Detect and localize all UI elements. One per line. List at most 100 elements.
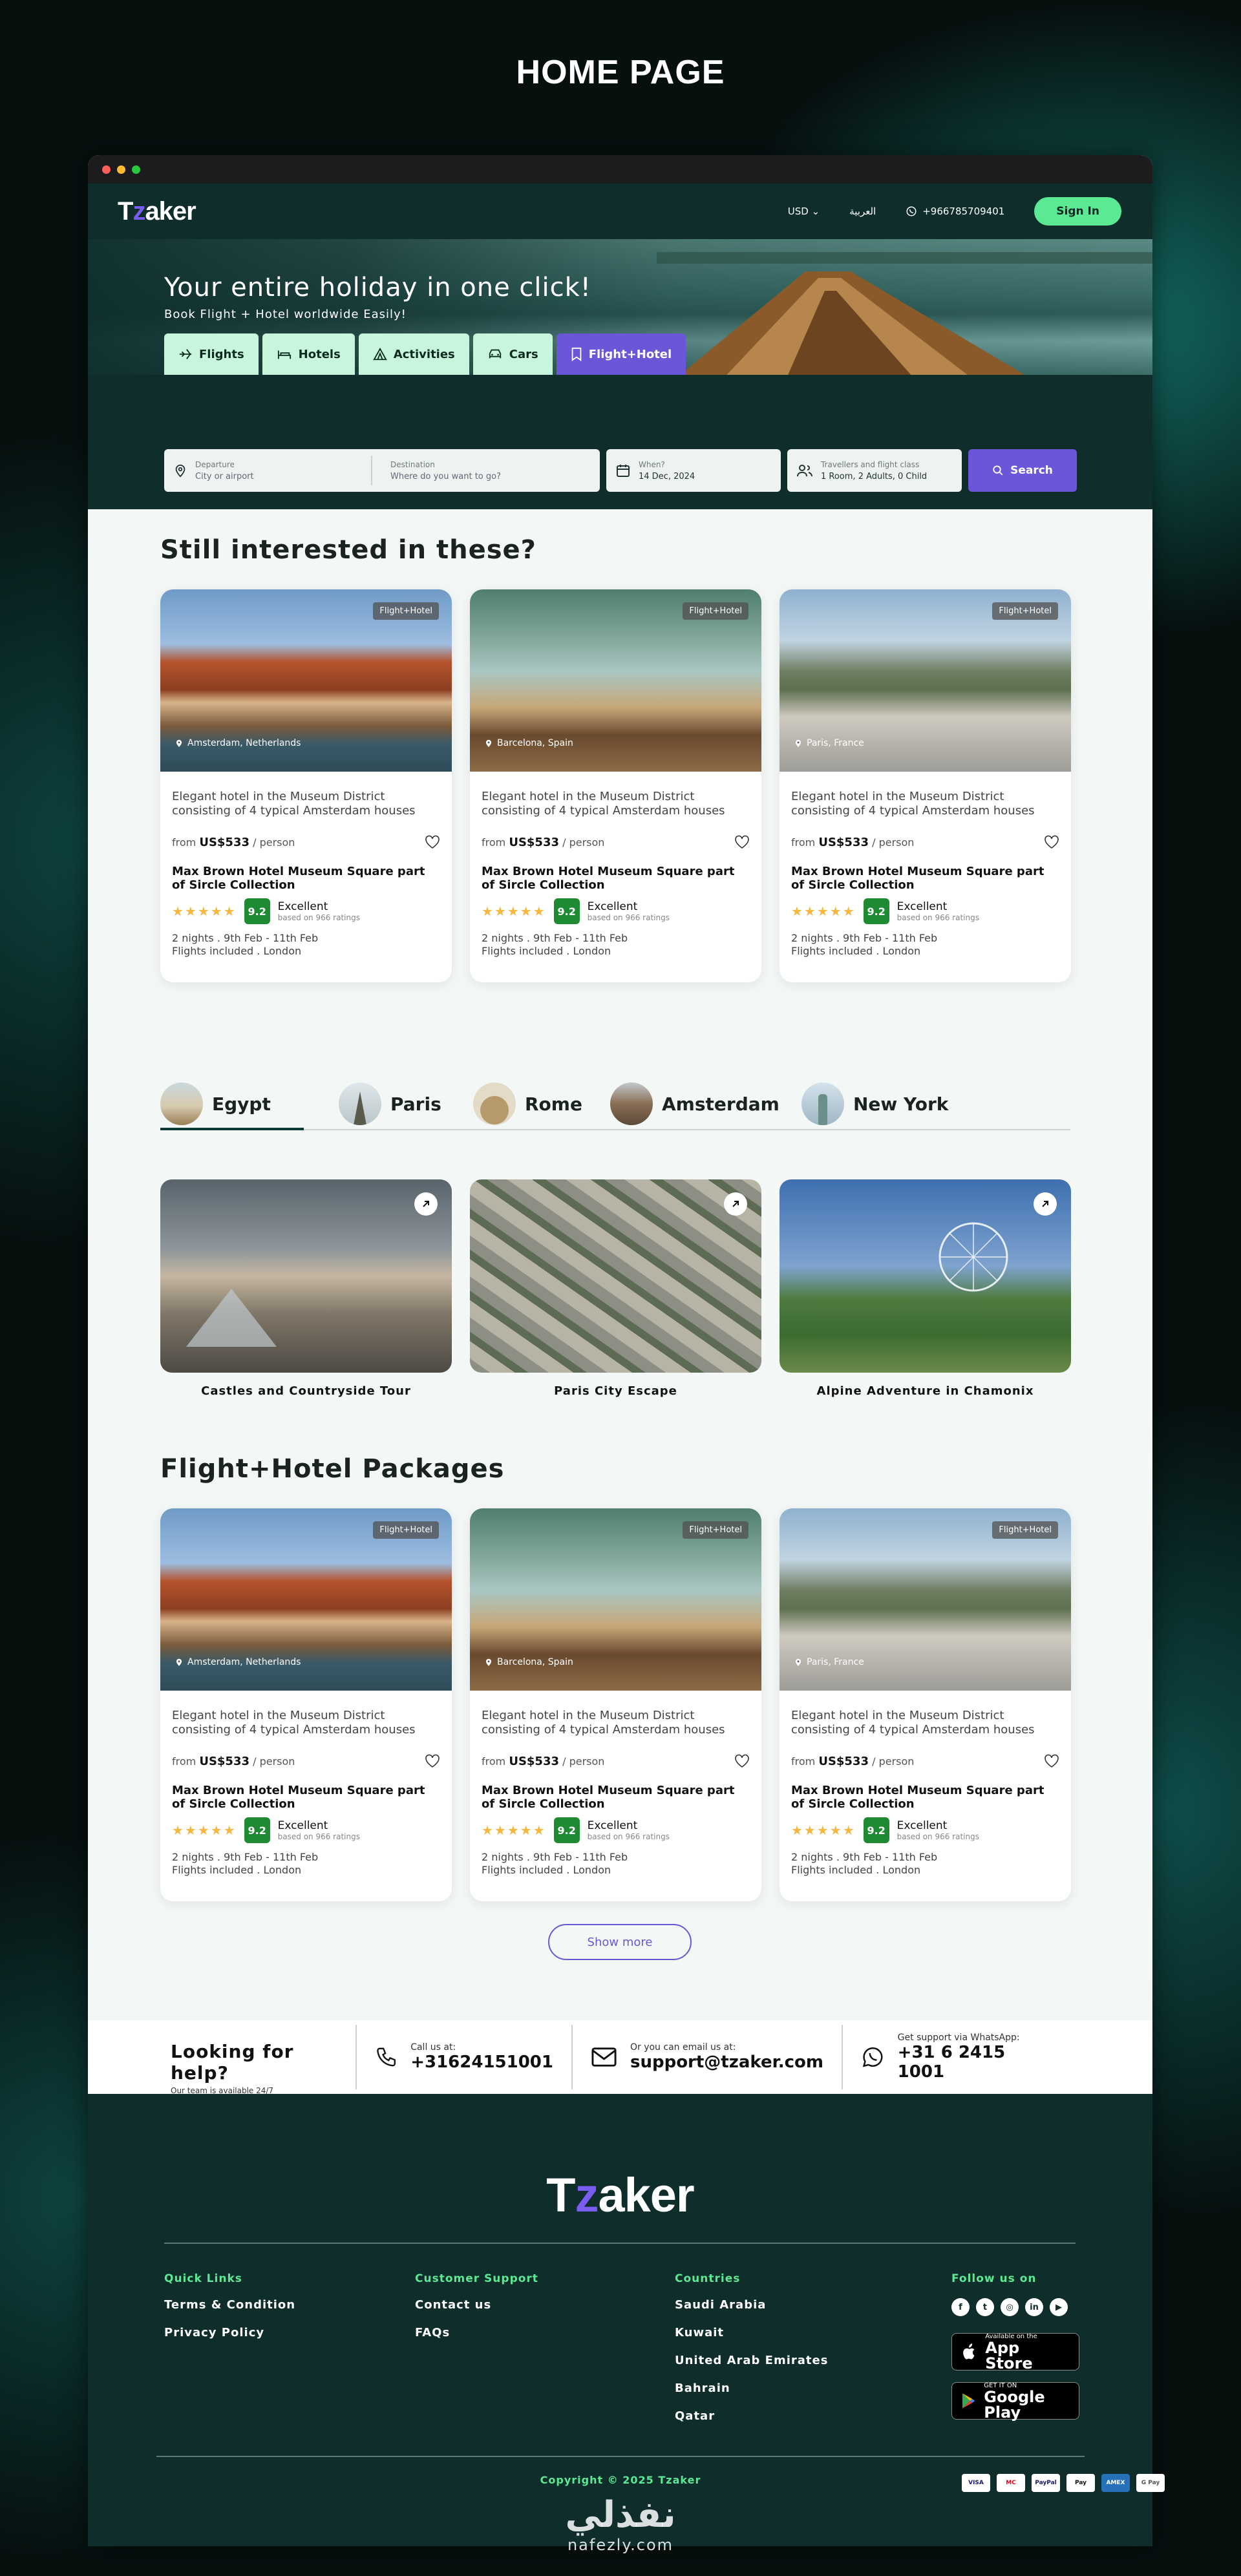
hotel-name: Max Brown Hotel Museum Square part of Si… (172, 865, 425, 892)
type-badge: Flight+Hotel (992, 1521, 1058, 1539)
facebook-icon[interactable]: f (951, 2298, 970, 2316)
price-row: from US$533 / person (470, 818, 761, 849)
linkedin-icon[interactable]: in (1025, 2298, 1043, 2316)
hotel-card[interactable]: Flight+Hotel Barcelona, Spain Elegant ho… (470, 589, 761, 982)
heart-icon[interactable] (1044, 835, 1059, 849)
footer-logo[interactable]: Tzaker (546, 2168, 694, 2222)
tab-activities[interactable]: Activities (358, 333, 469, 375)
hotel-name: Max Brown Hotel Museum Square part of Si… (791, 1784, 1045, 1811)
hero-subline: Book Flight + Hotel worldwide Easily! (164, 308, 407, 321)
open-tour-button[interactable] (414, 1192, 438, 1216)
tour-card[interactable]: Paris City Escape (470, 1179, 761, 1398)
tab-flights[interactable]: Flights (164, 333, 259, 375)
dest-tab-new-york[interactable]: New York (801, 1079, 948, 1129)
hero-banner: Your entire holiday in one click! Book F… (88, 239, 1152, 375)
country-link[interactable]: United Arab Emirates (675, 2354, 828, 2367)
hotel-card[interactable]: Flight+Hotel Amsterdam, Netherlands Eleg… (160, 1508, 452, 1901)
trip-info: 2 nights . 9th Feb - 11th Feb Flights in… (172, 1851, 319, 1876)
contact-link[interactable]: Contact us (415, 2298, 538, 2312)
bed-icon (277, 350, 291, 359)
country-link[interactable]: Saudi Arabia (675, 2298, 828, 2312)
hotel-card[interactable]: Flight+Hotel Amsterdam, Netherlands Eleg… (160, 589, 452, 982)
search-bar: Departure City or airport Destination Whe… (164, 449, 1077, 492)
departure-field[interactable]: Departure City or airport (164, 456, 372, 485)
date-field[interactable]: When? 14 Dec, 2024 (606, 449, 781, 492)
currency-select[interactable]: USD ⌄ (788, 206, 820, 217)
hotel-card[interactable]: Flight+Hotel Barcelona, Spain Elegant ho… (470, 1508, 761, 1901)
minimize-dot-icon[interactable] (117, 165, 125, 174)
tour-card[interactable]: Castles and Countryside Tour (160, 1179, 452, 1398)
tab-cars[interactable]: Cars (472, 333, 553, 375)
open-tour-button[interactable] (724, 1192, 747, 1216)
rating-row: ★★★★★ 9.2 Excellent based on 966 ratings (780, 1811, 1071, 1843)
dest-tab-egypt[interactable]: Egypt (160, 1079, 271, 1129)
mastercard-icon: MC (997, 2474, 1025, 2492)
location-label: Barcelona, Spain (484, 1657, 573, 1667)
dest-tab-rome[interactable]: Rome (473, 1079, 582, 1129)
stars-icon: ★★★★★ (172, 1822, 237, 1838)
hotel-card[interactable]: Flight+Hotel Paris, France Elegant hotel… (780, 1508, 1071, 1901)
country-link[interactable]: Qatar (675, 2409, 828, 2423)
trip-info: 2 nights . 9th Feb - 11th Feb Flights in… (482, 1851, 628, 1876)
hotel-name: Max Brown Hotel Museum Square part of Si… (172, 1784, 425, 1811)
dest-tab-amsterdam[interactable]: Amsterdam (610, 1079, 780, 1129)
location-pin-icon (795, 1658, 801, 1666)
travellers-field[interactable]: Travellers and flight class 1 Room, 2 Adu… (787, 449, 962, 492)
signin-button[interactable]: Sign In (1034, 197, 1121, 226)
tour-card[interactable]: Alpine Adventure in Chamonix (780, 1179, 1071, 1398)
apple-pay-icon: Pay (1066, 2474, 1095, 2492)
tab-hotels[interactable]: Hotels (262, 333, 355, 375)
tab-flight-hotel[interactable]: Flight+Hotel (556, 333, 686, 375)
twitter-icon[interactable]: t (976, 2298, 994, 2316)
price-row: from US$533 / person (160, 1737, 452, 1768)
maximize-dot-icon[interactable] (132, 165, 140, 174)
hotel-card[interactable]: Flight+Hotel Paris, France Elegant hotel… (780, 589, 1071, 982)
quick-links: Quick Links Terms & Condition Privacy Po… (164, 2272, 296, 2339)
price-row: from US$533 / person (160, 818, 452, 849)
trip-info: 2 nights . 9th Feb - 11th Feb Flights in… (791, 1851, 938, 1876)
open-tour-button[interactable] (1034, 1192, 1057, 1216)
rome-thumb (473, 1082, 516, 1125)
tent-icon (373, 347, 387, 361)
help-call[interactable]: Call us at: +31624151001 (357, 2020, 571, 2094)
location-pin-icon (485, 1658, 492, 1666)
search-button[interactable]: Search (968, 449, 1077, 492)
logo[interactable]: Tzaker (118, 197, 196, 226)
privacy-link[interactable]: Privacy Policy (164, 2326, 295, 2339)
browser-frame: Tzaker USD ⌄ العربية +966785709401 Sign … (88, 155, 1152, 2546)
app-store-button[interactable]: Available on the App Store (951, 2333, 1079, 2371)
mail-icon (591, 2047, 617, 2067)
location-label: Amsterdam, Netherlands (175, 738, 301, 748)
window-titlebar (88, 155, 1152, 184)
heart-icon[interactable] (425, 835, 440, 849)
phone-link[interactable]: +966785709401 (906, 206, 1004, 217)
heart-icon[interactable] (734, 1754, 750, 1768)
instagram-icon[interactable]: ◎ (1001, 2298, 1019, 2316)
help-intro: Looking for help? Our team is available … (171, 2041, 294, 2095)
hotel-description: Elegant hotel in the Museum District con… (482, 790, 725, 818)
help-email[interactable]: Or you can email us at: support@tzaker.co… (573, 2020, 842, 2094)
dest-tab-paris[interactable]: Paris (339, 1079, 441, 1129)
help-whatsapp[interactable]: Get support via WhatsApp: +31 6 2415 1001 (843, 2020, 1063, 2094)
google-play-button[interactable]: GET IT ON Google Play (951, 2382, 1079, 2420)
route-box: Departure City or airport Destination Whe… (164, 449, 600, 492)
country-link[interactable]: Bahrain (675, 2381, 828, 2395)
payment-methods: VISA MC PayPal Pay AMEX G Pay (962, 2474, 1165, 2492)
tour-image-paris (470, 1179, 761, 1373)
close-dot-icon[interactable] (102, 165, 111, 174)
faqs-link[interactable]: FAQs (415, 2326, 538, 2339)
hotel-image: Flight+Hotel Paris, France (780, 1508, 1071, 1691)
country-link[interactable]: Kuwait (675, 2326, 828, 2339)
heart-icon[interactable] (425, 1754, 440, 1768)
show-more-button[interactable]: Show more (548, 1924, 692, 1960)
language-link[interactable]: العربية (849, 206, 876, 217)
youtube-icon[interactable]: ▶ (1050, 2298, 1068, 2316)
heart-icon[interactable] (734, 835, 750, 849)
amsterdam-thumb (610, 1082, 653, 1125)
heart-icon[interactable] (1044, 1754, 1059, 1768)
terms-link[interactable]: Terms & Condition (164, 2298, 295, 2312)
location-label: Paris, France (794, 738, 864, 748)
score-badge: 9.2 (244, 898, 270, 924)
destination-field[interactable]: Destination Where do you want to go? (380, 460, 511, 481)
rating-row: ★★★★★ 9.2 Excellent based on 966 ratings (780, 892, 1071, 924)
